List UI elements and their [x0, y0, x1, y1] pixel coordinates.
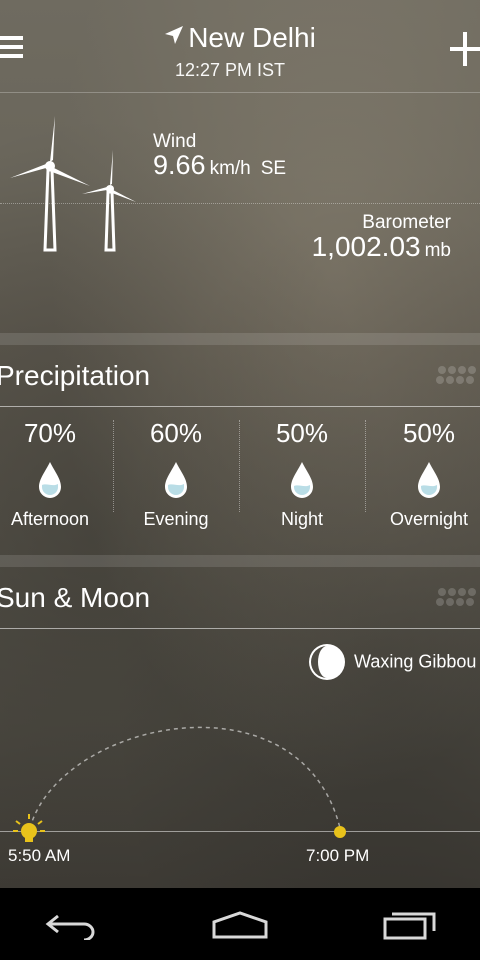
system-navigation-bar: [0, 888, 480, 960]
precipitation-label: Night: [280, 509, 324, 529]
location-title[interactable]: New Delhi: [0, 22, 480, 54]
precipitation-rule: [0, 406, 480, 407]
sunrise-icon: [13, 814, 45, 842]
dots-pattern-icon: [436, 588, 476, 606]
sunrise-time: 5:50 AM: [8, 846, 71, 865]
sun-moon-title: Sun & Moon: [0, 582, 151, 613]
raindrop-icon: [165, 462, 187, 498]
wind-turbine-icon: [10, 116, 136, 252]
precipitation-period: 50% Night: [239, 418, 365, 530]
precipitation-percent: 50%: [275, 418, 329, 448]
horizon-line: [0, 831, 480, 832]
home-icon[interactable]: [211, 910, 269, 940]
moon-phase-icon: [309, 644, 345, 680]
moon-phase: Waxing Gibbou: [308, 643, 476, 681]
wind-speed-unit: km/h: [209, 158, 251, 179]
precipitation-period: 50% Overnight: [366, 418, 480, 530]
location-name: New Delhi: [188, 22, 316, 53]
raindrop-icon: [291, 462, 313, 498]
sun-path-arc: [29, 726, 341, 829]
precipitation-label: Evening: [143, 509, 209, 529]
precipitation-label: Overnight: [389, 509, 469, 529]
precipitation-label: Afternoon: [10, 509, 90, 529]
section-separator: [0, 333, 480, 345]
moon-phase-label: Waxing Gibbou: [354, 651, 477, 672]
header: New Delhi 12:27 PM IST: [0, 0, 480, 92]
wind-divider: [0, 203, 480, 204]
back-icon[interactable]: [44, 910, 100, 940]
sun-moon-rule: [0, 628, 480, 629]
recent-apps-icon[interactable]: [382, 910, 438, 940]
raindrop-icon: [39, 462, 61, 498]
barometer-reading: 1,002.03 mb: [312, 231, 451, 263]
section-separator: [0, 555, 480, 567]
precipitation-percent: 70%: [23, 418, 77, 448]
precipitation-period: 60% Evening: [113, 418, 239, 530]
barometer-value: 1,002.03: [311, 231, 421, 262]
precipitation-percent: 60%: [149, 418, 203, 448]
precipitation-percent: 50%: [402, 418, 456, 448]
raindrop-icon: [418, 462, 440, 498]
sunset-time: 7:00 PM: [306, 846, 370, 865]
sunset-marker-icon: [334, 826, 346, 838]
wind-speed-value: 9.66: [153, 150, 206, 180]
barometer-unit: mb: [424, 240, 451, 261]
plus-icon[interactable]: [450, 32, 480, 66]
dots-pattern-icon: [436, 366, 476, 384]
precipitation-period: 70% Afternoon: [0, 418, 113, 530]
precipitation-title: Precipitation: [0, 360, 151, 391]
wind-speed: 9.66 km/h SE: [153, 150, 286, 181]
wind-direction: SE: [260, 158, 287, 179]
local-time: 12:27 PM IST: [174, 60, 286, 80]
location-arrow-icon: [165, 26, 184, 44]
